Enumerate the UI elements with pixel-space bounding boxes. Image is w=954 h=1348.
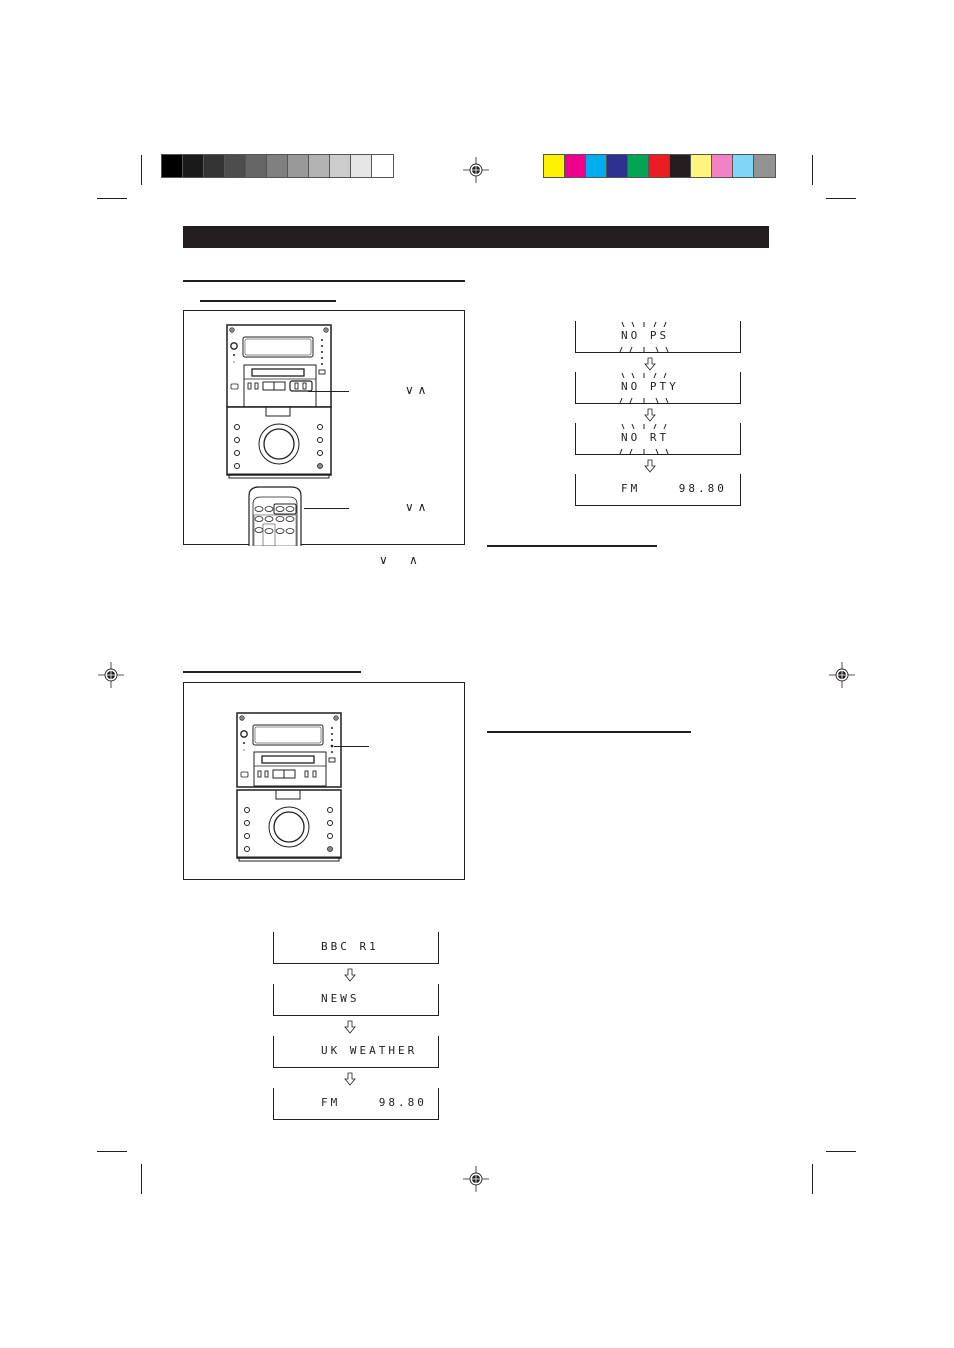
process-color-swatch xyxy=(670,155,691,177)
grayscale-swatch xyxy=(246,155,267,177)
caption-chevron-down: ∨ xyxy=(379,553,388,567)
heading-rule-right-1 xyxy=(487,545,657,547)
display-panel: FM 98.80 xyxy=(273,1088,439,1120)
heading-rule-left-3 xyxy=(183,671,361,673)
down-arrow-icon xyxy=(344,968,356,982)
display-text: FM 98.80 xyxy=(621,482,727,495)
stereo-unit-illustration xyxy=(226,324,332,479)
heading-rule-right-2 xyxy=(487,731,691,733)
grayscale-swatch xyxy=(309,155,330,177)
display-text: NO PTY xyxy=(621,380,679,393)
remote-keys-symbols: ∨ ∧ xyxy=(405,500,427,514)
registration-mark-icon xyxy=(98,662,124,688)
crop-mark-bottom-right-h xyxy=(826,1151,856,1152)
figure-display-box xyxy=(183,682,465,880)
display-text: NO PS xyxy=(621,329,670,342)
section-header-bar xyxy=(183,226,769,248)
registration-mark-icon xyxy=(463,1166,489,1192)
display-text: BBC R1 xyxy=(321,940,379,953)
display-text: NO RT xyxy=(621,431,670,444)
stereo-unit-illustration xyxy=(236,712,342,862)
heading-rule-left-1 xyxy=(183,280,465,282)
caption-chevron-up: ∧ xyxy=(409,553,418,567)
down-arrow-icon xyxy=(344,1072,356,1086)
process-color-swatch xyxy=(754,155,775,177)
heading-rule-left-2 xyxy=(200,300,336,302)
display-text: FM 98.80 xyxy=(321,1096,427,1109)
registration-mark-icon xyxy=(463,157,489,183)
down-arrow-icon xyxy=(644,408,656,422)
display-panel: UK WEATHER xyxy=(273,1036,439,1068)
tuning-key-leader-line xyxy=(308,391,349,392)
display-text: NEWS xyxy=(321,992,360,1005)
registration-mark-icon xyxy=(829,662,855,688)
process-color-swatch xyxy=(544,155,565,177)
grayscale-swatch xyxy=(162,155,183,177)
display-panel: NO RT xyxy=(575,423,741,455)
grayscale-color-bar xyxy=(161,154,394,178)
remote-key-leader-line xyxy=(304,508,349,509)
crop-mark-top-left-v xyxy=(141,155,142,185)
grayscale-swatch xyxy=(351,155,372,177)
crop-mark-top-right-v xyxy=(812,155,813,185)
grayscale-swatch xyxy=(183,155,204,177)
crop-mark-top-right-h xyxy=(826,198,856,199)
process-color-bar xyxy=(543,154,776,178)
display-panel: NO PTY xyxy=(575,372,741,404)
grayscale-swatch xyxy=(372,155,393,177)
display-key-leader-line xyxy=(334,746,369,747)
process-color-swatch xyxy=(733,155,754,177)
grayscale-swatch xyxy=(267,155,288,177)
down-arrow-icon xyxy=(644,459,656,473)
display-panel: NO PS xyxy=(575,321,741,353)
process-color-swatch xyxy=(565,155,586,177)
grayscale-swatch xyxy=(288,155,309,177)
process-color-swatch xyxy=(691,155,712,177)
crop-mark-bottom-left-h xyxy=(97,1151,127,1152)
grayscale-swatch xyxy=(204,155,225,177)
down-arrow-icon xyxy=(644,357,656,371)
process-color-swatch xyxy=(628,155,649,177)
process-color-swatch xyxy=(649,155,670,177)
display-panel: BBC R1 xyxy=(273,932,439,964)
down-arrow-icon xyxy=(344,1020,356,1034)
display-panel: NEWS xyxy=(273,984,439,1016)
remote-control-illustration xyxy=(248,486,302,546)
crop-mark-bottom-right-v xyxy=(812,1164,813,1194)
process-color-swatch xyxy=(586,155,607,177)
crop-mark-top-left-h xyxy=(97,198,127,199)
display-text: UK WEATHER xyxy=(321,1044,418,1057)
process-color-swatch xyxy=(712,155,733,177)
tuning-keys-symbols: ∨ ∧ xyxy=(405,383,427,397)
figure-tuning-box: ∨ ∧ ∨ ∧ xyxy=(183,310,465,546)
process-color-swatch xyxy=(607,155,628,177)
crop-mark-bottom-left-v xyxy=(141,1164,142,1194)
grayscale-swatch xyxy=(330,155,351,177)
grayscale-swatch xyxy=(225,155,246,177)
display-panel: FM 98.80 xyxy=(575,474,741,506)
